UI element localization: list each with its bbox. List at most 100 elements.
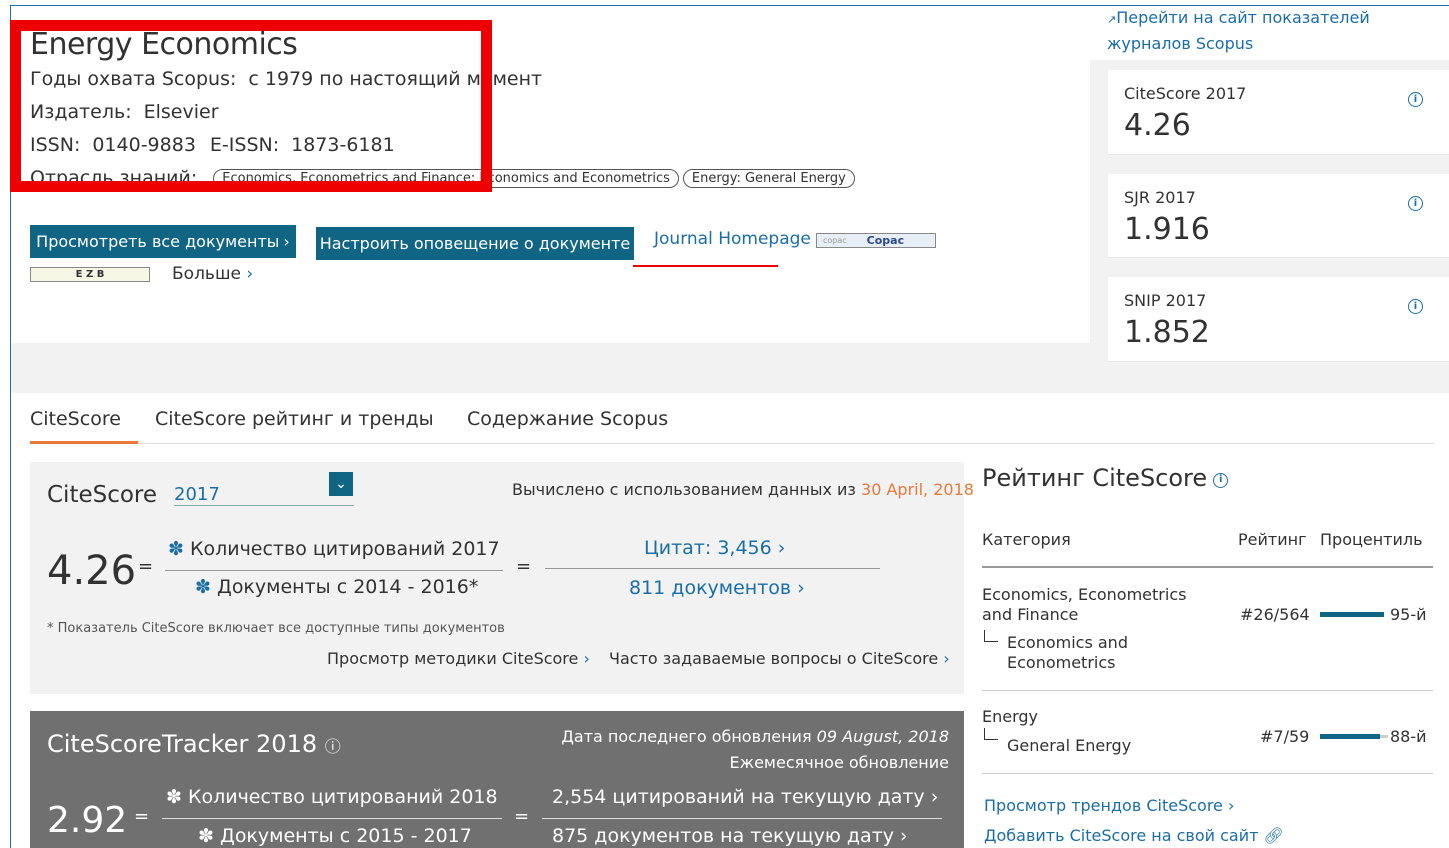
tree-branch-icon	[984, 728, 998, 740]
citescore-card-value: 4.26	[1124, 108, 1191, 143]
chevron-down-icon[interactable]: ⌄	[329, 472, 353, 496]
ranking-rank: #26/564	[1240, 605, 1310, 624]
ranking-subcategory: Economics and Econometrics	[1007, 633, 1128, 672]
tracker-denominator-label: Документы с 2015 - 2017	[219, 825, 472, 847]
citescore-label: CiteScore	[47, 482, 158, 508]
fraction-line	[542, 818, 942, 819]
tracker-updated-date: 09 August, 2018	[816, 727, 949, 746]
documents-link[interactable]: 811 документов ›	[629, 577, 805, 599]
view-all-documents-button[interactable]: Просмотреть все документы ›	[30, 225, 296, 258]
view-all-documents-label: Просмотреть все документы	[36, 232, 280, 251]
citescore-numerator-label: Количество цитирований 2017	[189, 538, 500, 560]
journal-homepage-link[interactable]: Journal Homepage	[654, 229, 811, 249]
tracker-numerator: ✽ Количество цитирований 2018	[166, 786, 498, 808]
tracker-monthly: Ежемесячное обновление	[729, 753, 949, 772]
snowflake-icon: ✽	[198, 825, 220, 847]
link-icon: 🔗︎	[1263, 826, 1284, 845]
ranking-title-label: Рейтинг CiteScore	[982, 464, 1208, 492]
faq-label: Часто задаваемые вопросы о CiteScore	[609, 649, 939, 668]
tracker-documents-label: 875 документов на текущую дату	[552, 825, 895, 847]
active-tab-indicator	[30, 441, 138, 444]
tracker-title: CiteScoreTracker 2018 ⓘ	[47, 730, 341, 758]
sjr-card: SJR 2017 1.916 i	[1108, 174, 1449, 258]
tracker-citations-label: 2,554 цитирований на текущую дату	[552, 786, 925, 808]
info-icon[interactable]: i	[1408, 92, 1423, 107]
ranking-col-rank: Рейтинг	[1238, 530, 1307, 549]
equals-sign: =	[514, 806, 530, 827]
citations-link[interactable]: Цитат: 3,456 ›	[644, 537, 785, 559]
tracker-documents-link[interactable]: 875 документов на текущую дату ›	[552, 825, 908, 847]
ranking-title: Рейтинг CiteScore i	[982, 464, 1229, 492]
citescore-value: 4.26	[47, 548, 137, 594]
equals-sign: =	[138, 556, 154, 577]
percentile-bar	[1320, 734, 1380, 739]
tabs-divider	[30, 443, 1434, 444]
tracker-value: 2.92	[47, 800, 128, 841]
methodology-link[interactable]: Просмотр методики CiteScore ›	[327, 649, 590, 668]
calculated-label: Вычислено с использованием данных из	[512, 480, 856, 499]
view-trends-link[interactable]: Просмотр трендов CiteScore ›	[984, 796, 1234, 815]
chevron-right-icon: ›	[578, 649, 590, 668]
equals-sign: =	[134, 806, 150, 827]
set-document-alert-button[interactable]: Настроить оповещение о документе	[316, 227, 634, 260]
info-icon[interactable]: i	[1213, 473, 1229, 488]
fraction-line	[165, 570, 503, 571]
fraction-line	[545, 568, 880, 569]
snip-card: SNIP 2017 1.852 i	[1108, 277, 1449, 362]
tree-branch-icon	[984, 630, 998, 642]
chevron-right-icon: ›	[938, 649, 950, 668]
calculated-note: Вычислено с использованием данных из 30 …	[512, 480, 974, 499]
ranking-subcategory: General Energy	[1007, 736, 1132, 755]
ezb-label: E Z B	[75, 269, 105, 280]
tracker-citations-link[interactable]: 2,554 цитирований на текущую дату ›	[552, 786, 938, 808]
sjr-card-value: 1.916	[1124, 212, 1210, 247]
tab-citescore[interactable]: CiteScore	[30, 408, 121, 430]
equals-sign: =	[516, 556, 532, 577]
ranking-percentile: 95-й	[1390, 605, 1427, 624]
faq-link[interactable]: Часто задаваемые вопросы о CiteScore ›	[609, 649, 950, 668]
ranking-category: Economics, Econometrics and Finance	[982, 585, 1187, 624]
citescore-footnote: * Показатель CiteScore включает все дост…	[47, 621, 505, 636]
documents-label: 811 документов	[629, 577, 792, 599]
add-citescore-link[interactable]: Добавить CiteScore на свой сайт 🔗︎	[984, 826, 1284, 845]
tab-scopus-content[interactable]: Содержание Scopus	[467, 408, 668, 430]
snowflake-icon: ✽	[166, 786, 188, 808]
external-link-icon: ↗	[1107, 13, 1117, 26]
scopus-metrics-link-label: Перейти на сайт показателей журналов Sco…	[1107, 8, 1370, 53]
ranking-col-percentile: Процентиль	[1320, 530, 1423, 549]
ranking-category: Energy	[982, 707, 1039, 726]
citescore-year-select[interactable]: 2017	[174, 484, 354, 506]
calculated-date: 30 April, 2018	[861, 480, 974, 499]
annotation-underline	[633, 265, 778, 267]
snip-card-value: 1.852	[1124, 315, 1210, 350]
citescore-denominator: ✽ Документы с 2014 - 2016*	[195, 576, 478, 598]
chevron-right-icon: ›	[283, 232, 290, 251]
info-icon[interactable]: i	[1408, 196, 1423, 211]
tab-citescore-rank[interactable]: CiteScore рейтинг и тренды	[155, 408, 434, 430]
methodology-label: Просмотр методики CiteScore	[327, 649, 579, 668]
view-trends-label: Просмотр трендов CiteScore	[984, 796, 1223, 815]
citescore-numerator: ✽ Количество цитирований 2017	[168, 538, 500, 560]
scopus-metrics-link[interactable]: ↗Перейти на сайт показателей журналов Sc…	[1107, 6, 1449, 56]
tracker-updated: Дата последнего обновления 09 August, 20…	[560, 727, 949, 746]
more-link[interactable]: Больше ›	[172, 264, 253, 284]
ezb-link[interactable]: E Z B	[30, 267, 150, 282]
copac-logo-icon: copac	[823, 236, 847, 245]
ranking-percentile: 88-й	[1390, 727, 1427, 746]
citescore-card: CiteScore 2017 4.26 i	[1108, 70, 1449, 155]
subject-pill[interactable]: Energy: General Energy	[682, 169, 855, 188]
tracker-denominator: ✽ Документы с 2015 - 2017	[198, 825, 472, 847]
ranking-header-divider	[982, 566, 1433, 568]
tracker-updated-label: Дата последнего обновления	[561, 727, 812, 746]
info-icon[interactable]: i	[1408, 299, 1423, 314]
sjr-card-label: SJR 2017	[1124, 188, 1196, 207]
info-icon[interactable]: ⓘ	[325, 737, 341, 756]
ranking-rank: #7/59	[1260, 727, 1310, 746]
percentile-bar-remainder	[1380, 735, 1388, 738]
percentile-bar	[1320, 612, 1384, 617]
citescore-denominator-label: Документы с 2014 - 2016*	[216, 576, 479, 598]
more-label: Больше	[172, 264, 241, 284]
ranking-col-category: Категория	[982, 530, 1071, 549]
snowflake-icon: ✽	[168, 538, 190, 560]
copac-link[interactable]: copac Copac	[816, 233, 936, 248]
